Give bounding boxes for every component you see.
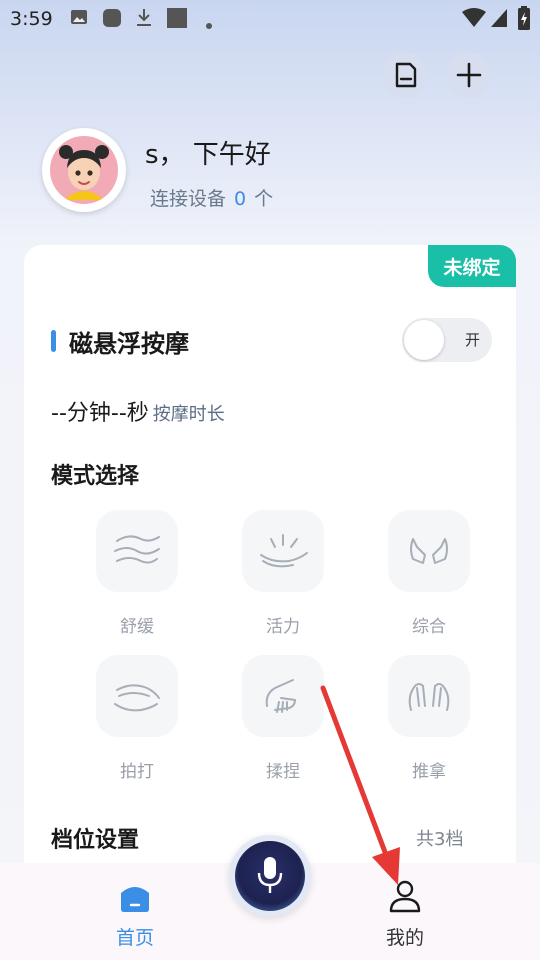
nav-home[interactable]: 首页 — [75, 863, 195, 960]
voice-button-inner — [235, 841, 305, 911]
nav-mine[interactable]: 我的 — [345, 863, 465, 960]
add-button[interactable] — [446, 52, 492, 98]
duration-value: --分钟--秒 — [51, 401, 149, 426]
mode-label: 揉捏 — [266, 762, 300, 782]
mode-select-title: 模式选择 — [51, 464, 140, 489]
mode-tile — [96, 510, 178, 592]
section-title: 磁悬浮按摩 — [69, 330, 189, 358]
duration-label: 按摩时长 — [152, 404, 225, 425]
gear-settings-title: 档位设置 — [51, 828, 140, 853]
toggle-label: 开 — [464, 331, 480, 349]
mode-tile — [388, 655, 470, 737]
devices-count: 0 — [234, 188, 247, 210]
app-icon — [102, 8, 122, 32]
nav-mine-label: 我的 — [385, 927, 424, 949]
massage-duration: --分钟--秒 按摩时长 — [51, 395, 225, 427]
plus-icon — [446, 62, 492, 102]
microphone-icon — [257, 857, 283, 899]
section-accent-bar — [51, 330, 56, 352]
connected-devices: 连接设备 0 个 — [150, 184, 273, 211]
unbound-badge[interactable]: 未绑定 — [428, 245, 516, 287]
nav-home-label: 首页 — [115, 927, 154, 949]
square-icon — [166, 8, 188, 32]
battery-icon — [518, 6, 530, 34]
devices-label: 连接设备 — [150, 188, 227, 210]
mode-push[interactable]: 推拿 — [368, 655, 488, 795]
user-icon — [388, 879, 422, 919]
gear-count: 共3档 — [416, 829, 464, 850]
dot-icon — [206, 14, 212, 33]
mode-pat[interactable]: 拍打 — [76, 655, 196, 795]
avatar[interactable] — [42, 128, 126, 212]
mode-label: 综合 — [412, 617, 446, 637]
voice-button[interactable] — [229, 835, 311, 917]
avatar-image — [50, 136, 118, 204]
status-time: 3:59 — [10, 8, 53, 30]
mode-tile — [388, 510, 470, 592]
signal-icon — [490, 8, 508, 32]
mode-tile — [242, 510, 324, 592]
toggle-knob — [404, 320, 444, 360]
document-button[interactable] — [382, 52, 428, 98]
mode-soothe[interactable]: 舒缓 — [76, 510, 196, 650]
mode-knead[interactable]: 揉捏 — [222, 655, 342, 795]
mode-vitality[interactable]: 活力 — [222, 510, 342, 650]
power-toggle[interactable]: 开 — [402, 318, 492, 362]
greeting-text: s， 下午好 — [145, 140, 271, 170]
download-icon — [136, 8, 152, 32]
image-icon — [70, 8, 88, 30]
document-icon — [382, 62, 428, 102]
mode-label: 舒缓 — [120, 617, 154, 637]
wifi-icon — [462, 8, 486, 32]
mode-tile — [242, 655, 324, 737]
mode-tile — [96, 655, 178, 737]
mode-label: 拍打 — [120, 762, 154, 782]
status-bar: 3:59 — [0, 0, 540, 36]
mode-label: 活力 — [266, 617, 300, 637]
devices-unit: 个 — [254, 188, 274, 210]
mode-label: 推拿 — [412, 762, 446, 782]
mode-combined[interactable]: 综合 — [368, 510, 488, 650]
home-icon — [118, 881, 152, 919]
